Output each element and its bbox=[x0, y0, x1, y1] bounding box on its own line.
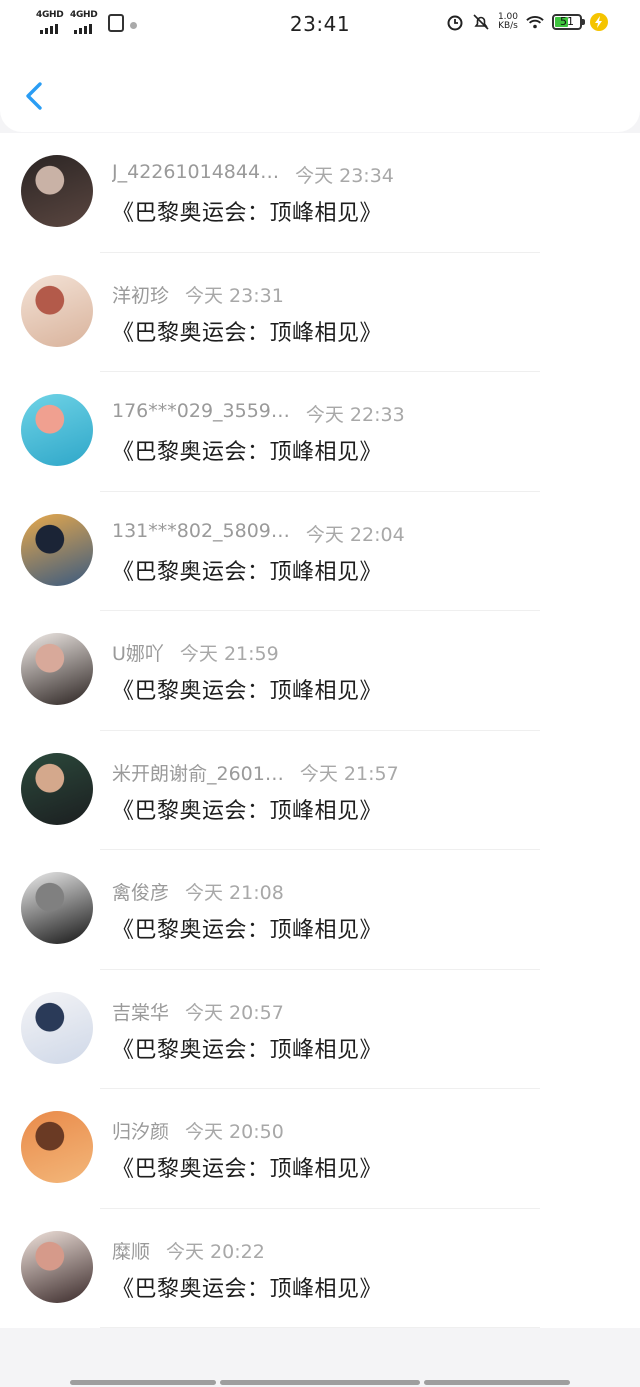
battery-level: 51 bbox=[560, 15, 574, 28]
user-name[interactable]: 176***029_3559… bbox=[112, 400, 290, 422]
item-meta: 糜顺 今天 20:22 bbox=[112, 1237, 265, 1263]
avatar[interactable] bbox=[21, 872, 93, 944]
battery-icon: 51 bbox=[552, 14, 585, 30]
message-list: J_42261014844… 今天 23:34 《巴黎奥运会：顶峰相见》 洋初珍今… bbox=[0, 133, 640, 1328]
list-item[interactable]: 176***029_3559… 今天 22:33 《巴黎奥运会：顶峰相见》 bbox=[0, 372, 640, 492]
gesture-bar-right[interactable] bbox=[424, 1380, 570, 1385]
user-name[interactable]: J_42261014844… bbox=[112, 161, 279, 183]
avatar[interactable] bbox=[21, 1111, 93, 1183]
alarm-icon bbox=[446, 13, 464, 31]
avatar[interactable] bbox=[21, 991, 93, 1064]
status-bar: 4GHD 4GHD 23:41 1.00 KB/s 51 bbox=[0, 0, 640, 50]
timestamp: 今天 22:04 bbox=[305, 523, 405, 546]
avatar[interactable] bbox=[21, 513, 93, 586]
list-item[interactable]: 归汐颜 今天 20:50 《巴黎奥运会：顶峰相见》 bbox=[0, 1089, 640, 1209]
avatar[interactable] bbox=[21, 155, 93, 227]
timestamp: 今天 21:59 bbox=[179, 643, 279, 665]
item-meta: J_42261014844… 今天 23:34 bbox=[112, 161, 394, 187]
gesture-bar-left[interactable] bbox=[70, 1380, 216, 1385]
list-item[interactable]: 糜顺 今天 20:22 《巴黎奥运会：顶峰相见》 bbox=[0, 1209, 640, 1328]
avatar[interactable] bbox=[21, 274, 93, 347]
user-name[interactable]: 131***802_5809… bbox=[112, 520, 290, 542]
network-speed: 1.00 KB/s bbox=[498, 13, 518, 31]
user-name[interactable]: U娜吖 bbox=[112, 639, 164, 666]
item-meta: 禽俊彦 今天 21:08 bbox=[112, 878, 284, 904]
message-text: 《巴黎奥运会：顶峰相见》 bbox=[112, 440, 383, 465]
user-name[interactable]: 禽俊彦 bbox=[112, 878, 169, 905]
message-text: 《巴黎奥运会：顶峰相见》 bbox=[112, 679, 383, 704]
wifi-icon bbox=[526, 13, 544, 31]
avatar[interactable] bbox=[21, 633, 93, 705]
list-item[interactable]: 吉棠华 今天 20:57 《巴黎奥运会：顶峰相见》 bbox=[0, 970, 640, 1089]
back-button[interactable] bbox=[18, 76, 54, 116]
item-meta: 131***802_5809… 今天 22:04 bbox=[112, 520, 405, 546]
message-text: 《巴黎奥运会：顶峰相见》 bbox=[112, 918, 383, 943]
timestamp: 今天 20:50 bbox=[185, 1121, 284, 1143]
message-text: 《巴黎奥运会：顶峰相见》 bbox=[112, 798, 383, 824]
bottom-gesture-area bbox=[0, 1328, 640, 1387]
item-meta: 归汐颜 今天 20:50 bbox=[112, 1117, 284, 1143]
status-right: 1.00 KB/s 51 bbox=[446, 13, 608, 31]
avatar[interactable] bbox=[21, 752, 93, 825]
list-item[interactable]: 禽俊彦 今天 21:08 《巴黎奥运会：顶峰相见》 bbox=[0, 850, 640, 970]
item-meta: 176***029_3559… 今天 22:33 bbox=[112, 400, 405, 426]
item-meta: U娜吖 今天 21:59 bbox=[112, 639, 279, 665]
chevron-left-icon bbox=[26, 82, 42, 110]
message-text: 《巴黎奥运会：顶峰相见》 bbox=[112, 1276, 383, 1302]
timestamp: 今天 21:08 bbox=[185, 882, 284, 904]
gesture-bar-center[interactable] bbox=[220, 1380, 420, 1385]
user-name[interactable]: 洋初珍 bbox=[112, 281, 169, 308]
user-name[interactable]: 糜顺 bbox=[112, 1237, 150, 1264]
item-meta: 洋初珍 今天 23:31 bbox=[112, 281, 284, 307]
nav-bar bbox=[0, 50, 640, 132]
user-name[interactable]: 米开朗谢俞_2601… bbox=[112, 759, 284, 786]
message-text: 《巴黎奥运会：顶峰相见》 bbox=[112, 320, 383, 346]
timestamp: 今天 21:57 bbox=[299, 762, 399, 785]
timestamp: 今天 22:33 bbox=[305, 404, 405, 426]
timestamp: 今天 20:57 bbox=[185, 1001, 284, 1024]
charging-icon bbox=[590, 13, 608, 31]
list-item[interactable]: 洋初珍 今天 23:31 《巴黎奥运会：顶峰相见》 bbox=[0, 253, 640, 372]
timestamp: 今天 20:22 bbox=[166, 1240, 265, 1263]
item-meta: 吉棠华 今天 20:57 bbox=[112, 998, 284, 1024]
list-item[interactable]: J_42261014844… 今天 23:34 《巴黎奥运会：顶峰相见》 bbox=[0, 133, 640, 253]
list-item[interactable]: 米开朗谢俞_2601… 今天 21:57 《巴黎奥运会：顶峰相见》 bbox=[0, 731, 640, 850]
mute-bell-icon bbox=[472, 13, 490, 31]
item-meta: 米开朗谢俞_2601… 今天 21:57 bbox=[112, 759, 399, 785]
timestamp: 今天 23:34 bbox=[295, 165, 394, 187]
timestamp: 今天 23:31 bbox=[185, 284, 284, 307]
message-text: 《巴黎奥运会：顶峰相见》 bbox=[112, 1157, 383, 1182]
message-text: 《巴黎奥运会：顶峰相见》 bbox=[112, 559, 383, 585]
user-name[interactable]: 吉棠华 bbox=[112, 998, 169, 1025]
message-text: 《巴黎奥运会：顶峰相见》 bbox=[112, 201, 383, 226]
user-name[interactable]: 归汐颜 bbox=[112, 1117, 169, 1144]
avatar[interactable] bbox=[21, 394, 93, 466]
avatar[interactable] bbox=[21, 1230, 93, 1303]
list-item[interactable]: 131***802_5809… 今天 22:04 《巴黎奥运会：顶峰相见》 bbox=[0, 492, 640, 611]
list-item[interactable]: U娜吖 今天 21:59 《巴黎奥运会：顶峰相见》 bbox=[0, 611, 640, 731]
message-text: 《巴黎奥运会：顶峰相见》 bbox=[112, 1037, 383, 1063]
net-speed-unit: KB/s bbox=[498, 21, 518, 31]
